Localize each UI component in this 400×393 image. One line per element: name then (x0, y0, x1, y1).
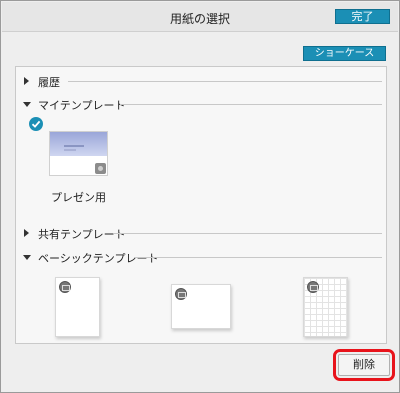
paper-selection-window: 用紙の選択 完了 ショーケース 履歴 マイテンプレート プレゼン用 共有テンプレ… (0, 0, 400, 393)
basic-template-grid[interactable] (303, 277, 348, 337)
section-basic-templates-label: ベーシックテンプレート (38, 250, 163, 266)
edit-badge-icon (95, 163, 106, 174)
paper-type-icon (307, 281, 319, 293)
section-shared-templates-label: 共有テンプレート (38, 226, 130, 242)
selected-check-icon (29, 117, 43, 131)
paper-type-icon (175, 288, 187, 300)
expanded-triangle-icon (23, 255, 31, 260)
slide-header-band (50, 132, 107, 156)
section-history-label: 履歴 (38, 74, 64, 90)
section-my-templates[interactable]: マイテンプレート (16, 96, 388, 113)
section-history[interactable]: 履歴 (16, 73, 388, 90)
section-divider (134, 257, 382, 258)
title-bar: 用紙の選択 完了 (2, 2, 398, 32)
template-list-panel[interactable]: 履歴 マイテンプレート プレゼン用 共有テンプレート ベーシックテンプレート (15, 66, 387, 344)
expanded-triangle-icon (23, 102, 31, 107)
section-shared-templates[interactable]: 共有テンプレート (16, 225, 388, 242)
my-template-label: プレゼン用 (51, 191, 106, 204)
delete-button[interactable]: 削除 (338, 354, 390, 376)
section-my-templates-label: マイテンプレート (38, 97, 130, 113)
basic-template-portrait[interactable] (55, 277, 100, 337)
thumbnail-text-line (64, 145, 84, 147)
paper-type-icon (59, 281, 71, 293)
section-basic-templates[interactable]: ベーシックテンプレート (16, 249, 388, 266)
section-divider (68, 81, 382, 82)
my-template-thumbnail[interactable] (49, 131, 108, 176)
showcase-button[interactable]: ショーケース (303, 46, 386, 61)
section-divider (114, 233, 382, 234)
done-button[interactable]: 完了 (335, 9, 390, 24)
collapsed-triangle-icon (24, 229, 29, 237)
collapsed-triangle-icon (24, 77, 29, 85)
thumbnail-text-line (64, 149, 76, 151)
section-divider (120, 104, 382, 105)
basic-template-landscape[interactable] (171, 284, 231, 329)
